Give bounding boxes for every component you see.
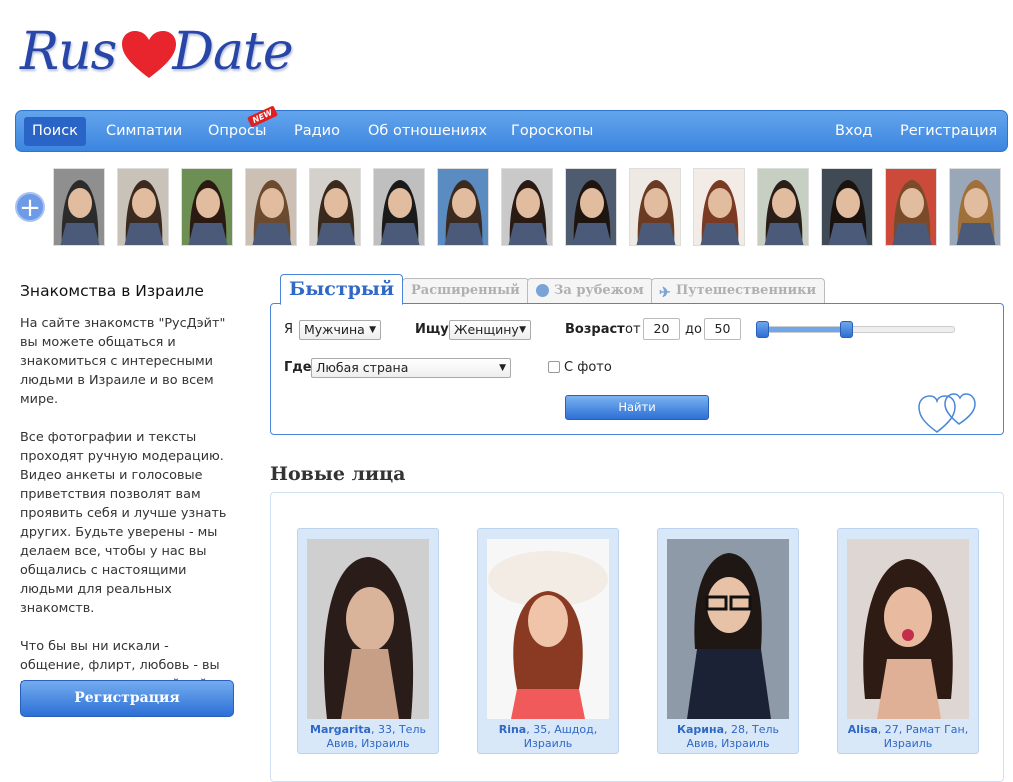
main-nav: Поиск Симпатии Опросы Радио Об отношения… (15, 110, 1008, 152)
site-logo[interactable]: Rus Date (20, 18, 294, 88)
nav-sympathies[interactable]: Симпатии (98, 117, 190, 146)
profile-photo[interactable] (667, 539, 789, 719)
tab-travelers-label: Путешественники (676, 283, 817, 298)
nav-search[interactable]: Поиск (24, 117, 86, 146)
profile-photo[interactable] (847, 539, 969, 719)
profile-photo[interactable] (487, 539, 609, 719)
country-value: Любая страна (316, 360, 409, 375)
profile-details: , 27, Рамат Ган, Израиль (877, 723, 969, 750)
age-range-fill (758, 327, 846, 332)
sidebar-title: Знакомства в Израиле (20, 282, 204, 300)
profile-name: Rina (498, 723, 527, 736)
i-gender-value: Мужчина (304, 322, 365, 337)
sidebar-paragraph: Все фотографии и тексты проходят ручную … (20, 430, 227, 616)
tab-advanced[interactable]: Расширенный (402, 278, 529, 304)
age-from-label: от (625, 322, 641, 337)
profile-card[interactable]: Margarita, 33, Тель Авив, Израиль (297, 528, 439, 754)
chevron-down-icon: ▼ (499, 363, 506, 373)
photo-checkbox[interactable] (548, 361, 560, 373)
avatar-strip: + (15, 168, 1013, 246)
avatar-thumbnail[interactable] (821, 168, 873, 246)
find-button[interactable]: Найти (565, 395, 709, 420)
hearts-decoration-icon (918, 393, 976, 433)
avatar-thumbnail[interactable] (501, 168, 553, 246)
profile-caption[interactable]: Карина, 28, Тель Авив, Израиль (662, 723, 794, 751)
profile-caption[interactable]: Alisa, 27, Рамат Ган, Израиль (842, 723, 974, 751)
i-gender-select[interactable]: Мужчина ▼ (299, 320, 381, 340)
profile-caption[interactable]: Rina, 35, Ашдод, Израиль (482, 723, 614, 751)
seek-gender-select[interactable]: Женщину ▼ (449, 320, 531, 340)
age-to-input[interactable]: 50 (704, 318, 741, 340)
age-range-slider[interactable] (756, 321, 955, 338)
avatar-thumbnail[interactable] (437, 168, 489, 246)
chevron-down-icon: ▼ (519, 325, 526, 335)
avatar-thumbnail[interactable] (693, 168, 745, 246)
avatar-thumbnail[interactable] (245, 168, 297, 246)
seek-label: Ищу (415, 322, 449, 337)
nav-login[interactable]: Вход (827, 117, 880, 146)
nav-radio[interactable]: Радио (286, 117, 348, 146)
avatar-thumbnail[interactable] (309, 168, 361, 246)
add-photo-button[interactable]: + (15, 192, 45, 222)
globe-icon (536, 284, 549, 297)
avatar-thumbnail[interactable] (949, 168, 1001, 246)
plane-icon: ✈ (659, 285, 671, 301)
profile-caption[interactable]: Margarita, 33, Тель Авив, Израиль (302, 723, 434, 751)
avatar-thumbnail[interactable] (757, 168, 809, 246)
avatar-thumbnail[interactable] (885, 168, 937, 246)
seek-gender-value: Женщину (454, 322, 519, 337)
tab-quick[interactable]: Быстрый (280, 274, 404, 305)
profile-name: Карина (676, 723, 725, 736)
profile-name: Alisa (847, 723, 878, 736)
register-button[interactable]: Регистрация (20, 680, 234, 717)
sidebar-paragraph: На сайте знакомств "РусДэйт" вы можете о… (20, 316, 226, 407)
tab-travelers[interactable]: ✈ Путешественники (651, 278, 826, 304)
new-faces-title: Новые лица (270, 463, 406, 485)
avatar-thumbnail[interactable] (117, 168, 169, 246)
heart-icon (122, 31, 176, 78)
nav-horoscopes[interactable]: Гороскопы (503, 117, 601, 146)
sidebar: Знакомства в Израиле На сайте знакомств … (20, 282, 230, 732)
chevron-down-icon: ▼ (369, 325, 376, 335)
age-to-label: до (685, 322, 702, 337)
avatar-thumbnail[interactable] (629, 168, 681, 246)
avatar-thumbnail[interactable] (53, 168, 105, 246)
tab-abroad[interactable]: За рубежом (527, 278, 653, 304)
age-label: Возраст (565, 322, 625, 337)
avatar-thumbnail[interactable] (181, 168, 233, 246)
profile-card[interactable]: Rina, 35, Ашдод, Израиль (477, 528, 619, 754)
nav-relationships[interactable]: Об отношениях (360, 117, 495, 146)
avatar-thumbnail[interactable] (565, 168, 617, 246)
country-select[interactable]: Любая страна ▼ (311, 358, 511, 378)
tab-abroad-label: За рубежом (554, 283, 644, 298)
age-from-input[interactable]: 20 (643, 318, 680, 340)
age-min-handle[interactable] (756, 321, 769, 338)
profile-photo[interactable] (307, 539, 429, 719)
profile-details: , 35, Ашдод, Израиль (523, 723, 598, 750)
profile-name: Margarita (310, 723, 371, 736)
profile-card[interactable]: Alisa, 27, Рамат Ган, Израиль (837, 528, 979, 754)
age-max-handle[interactable] (840, 321, 853, 338)
nav-register[interactable]: Регистрация (892, 117, 1005, 146)
new-faces-panel: Margarita, 33, Тель Авив, Израиль Rina, … (270, 492, 1004, 782)
quick-search-form: Я Мужчина ▼ Ищу Женщину ▼ Возраст от 20 до… (270, 303, 1004, 435)
avatar-thumbnail[interactable] (373, 168, 425, 246)
photo-label: С фото (564, 360, 612, 375)
profile-card[interactable]: Карина, 28, Тель Авив, Израиль (657, 528, 799, 754)
where-label: Где (284, 360, 312, 375)
i-label: Я (284, 322, 294, 337)
